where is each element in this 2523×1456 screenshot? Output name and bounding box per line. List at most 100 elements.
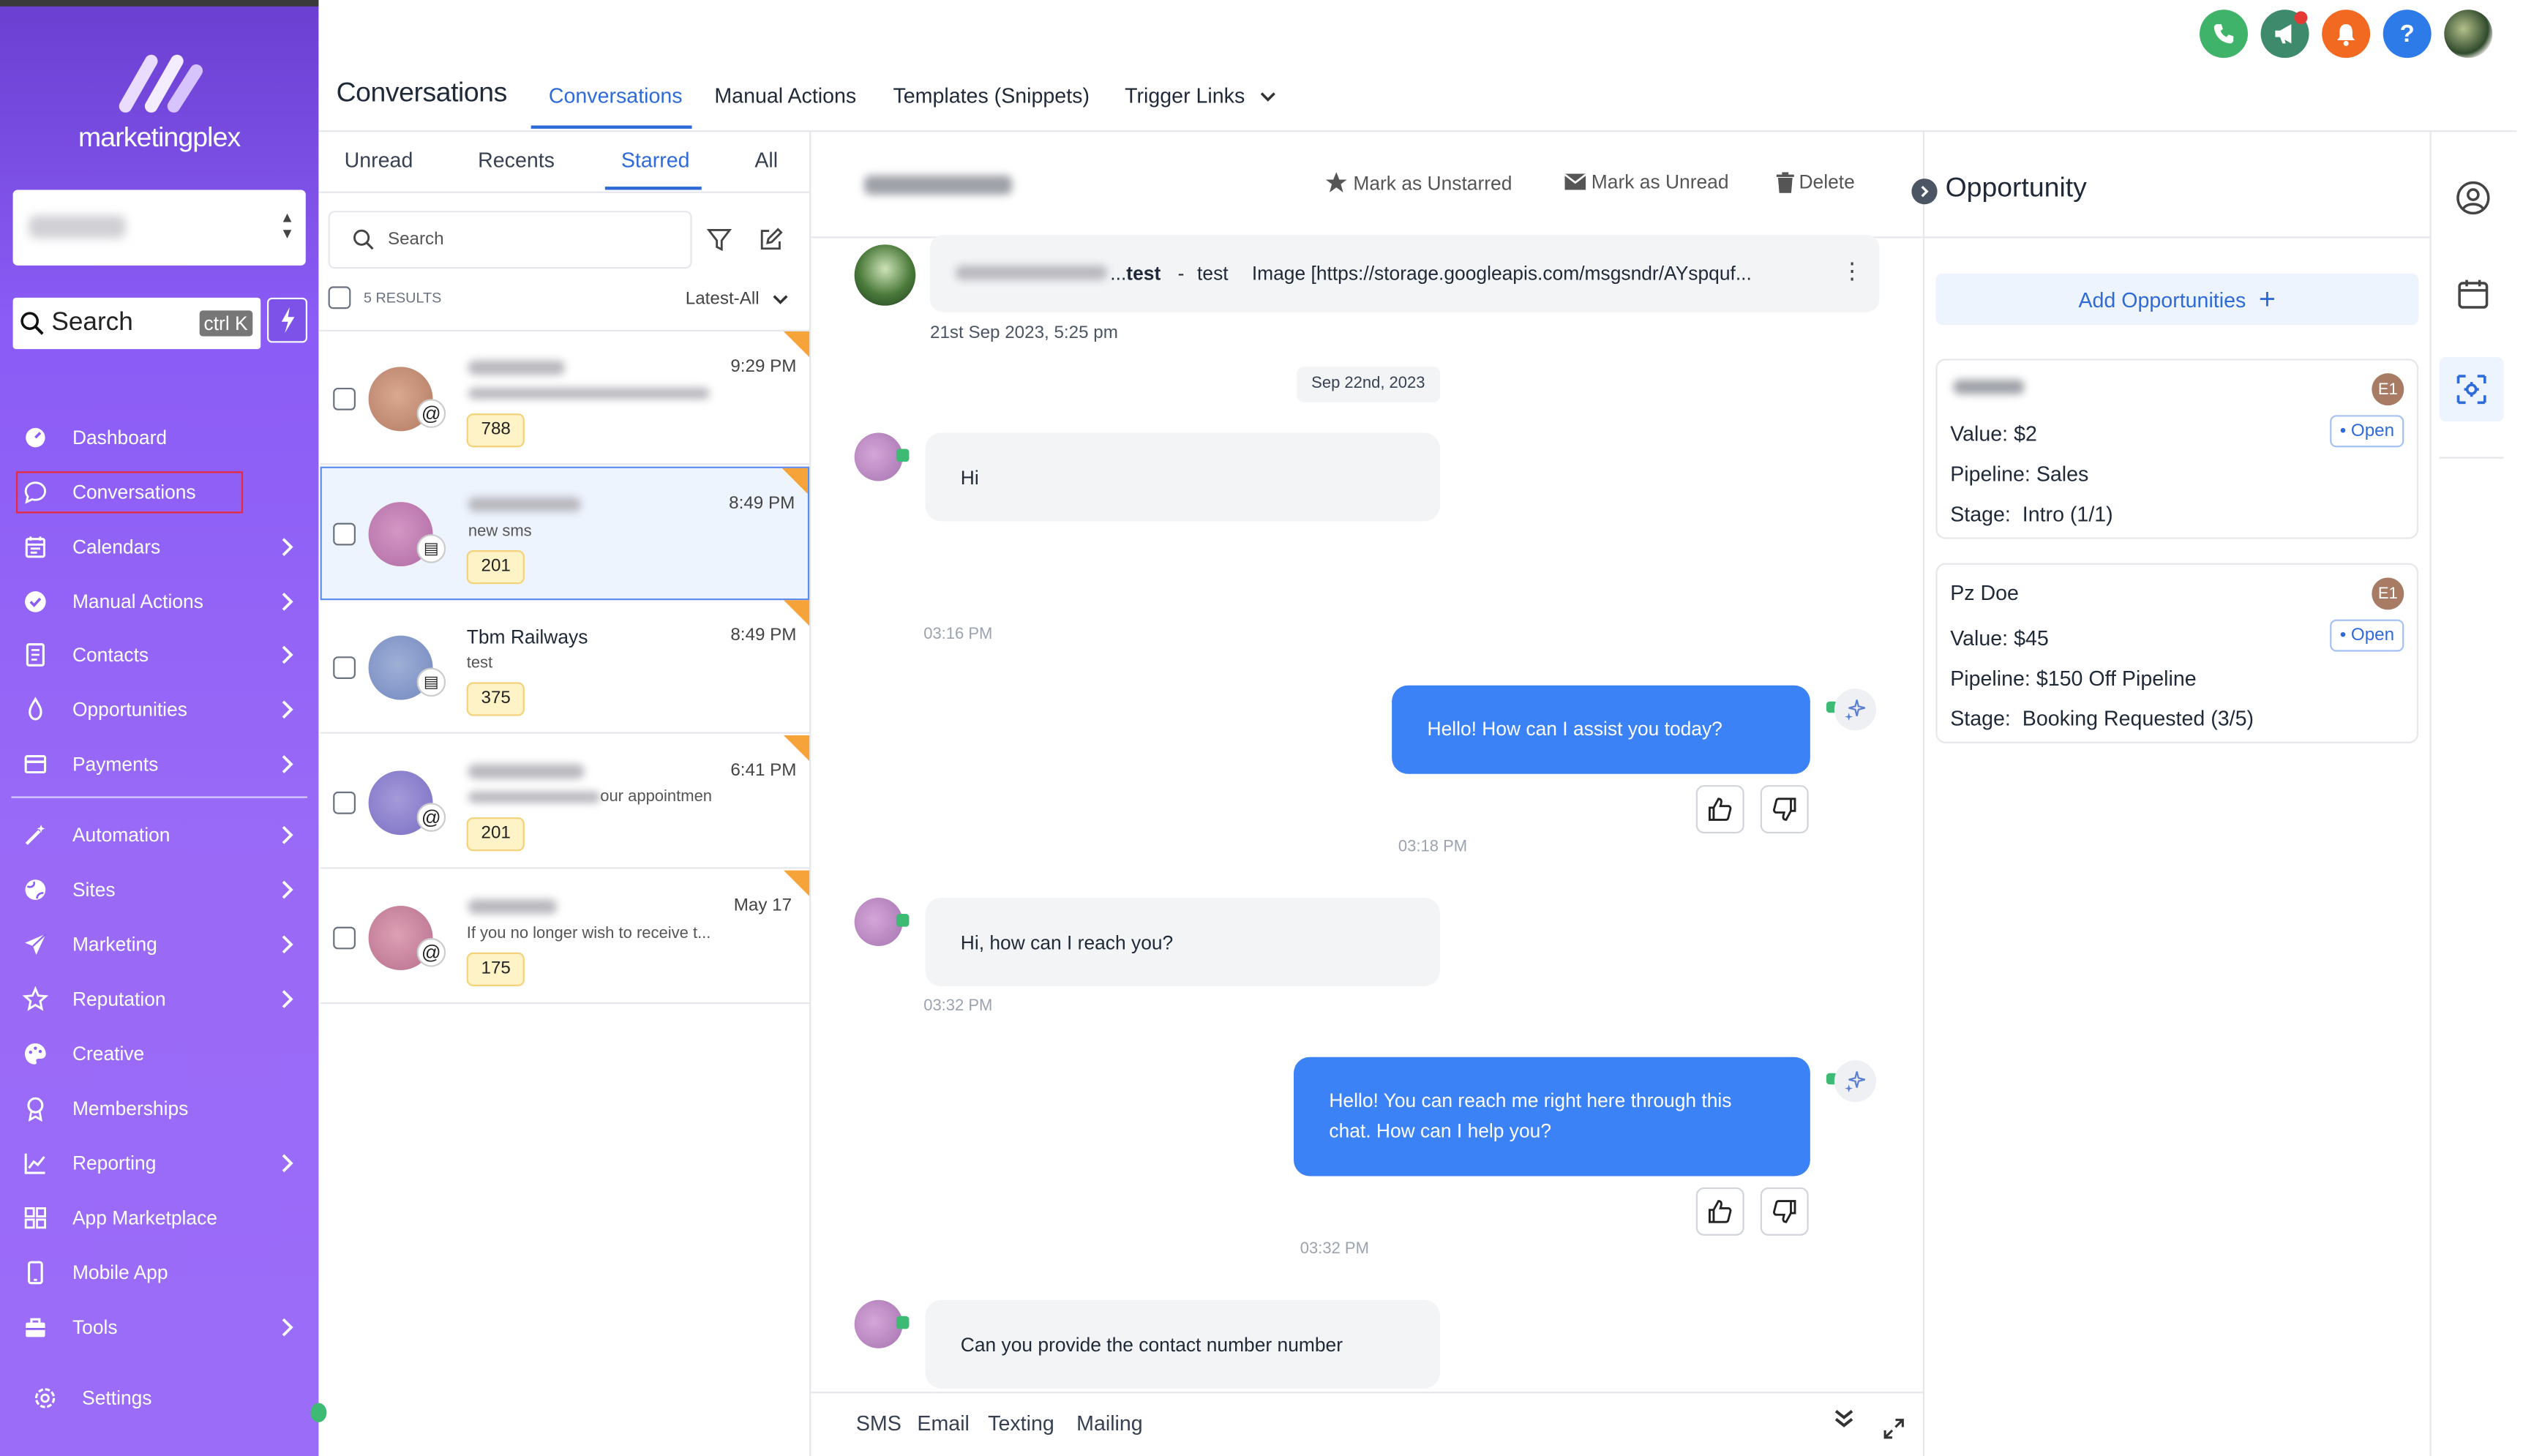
user-avatar[interactable] <box>2444 10 2493 59</box>
sidebar-search[interactable]: Search ctrl K <box>12 297 261 350</box>
tab-manual-actions[interactable]: Manual Actions <box>714 83 856 108</box>
sidebar-item-dashboard[interactable]: Dashboard <box>23 419 306 457</box>
ai-sparkle-icon[interactable] <box>1834 688 1877 731</box>
tab-trigger-links[interactable]: Trigger Links <box>1125 83 1276 108</box>
conversation-time: 8:49 PM <box>729 494 795 514</box>
collapse-down-icon[interactable] <box>1833 1408 1856 1430</box>
mark-unread-action[interactable]: Mark as Unread <box>1564 170 1729 193</box>
conversation-time: May 17 <box>733 896 792 916</box>
sidebar-item-contacts[interactable]: Contacts <box>23 636 306 675</box>
notification-dot <box>2294 11 2308 24</box>
conversation-time: 8:49 PM <box>730 626 797 645</box>
grid-icon <box>23 1205 48 1231</box>
opportunity-stage: Stage: Intro (1/1) <box>1950 502 2113 526</box>
filter-recents[interactable]: Recents <box>478 148 555 172</box>
phone-button[interactable] <box>2200 10 2249 59</box>
expand-icon[interactable] <box>1883 1417 1905 1440</box>
calendar-icon <box>23 534 48 560</box>
search-icon <box>20 312 44 335</box>
opportunity-card[interactable]: E1 Value: $2 • Open Pipeline: Sales Stag… <box>1935 359 2419 539</box>
sort-dropdown[interactable]: Latest-All <box>686 290 788 309</box>
conversation-item-selected[interactable]: ▤ new sms 8:49 PM 201 <box>320 466 810 601</box>
unstar-action[interactable]: Mark as Unstarred <box>1324 170 1512 195</box>
ai-sparkle-icon[interactable] <box>1834 1060 1877 1103</box>
conversation-checkbox[interactable] <box>333 791 356 814</box>
sidebar-item-memberships[interactable]: Memberships <box>23 1089 306 1128</box>
collapse-panel-icon[interactable] <box>1911 179 1938 205</box>
header-divider <box>318 130 2517 132</box>
chevron-down-icon <box>773 295 788 304</box>
sidebar-item-calendars[interactable]: Calendars <box>23 528 306 566</box>
conversation-search-input[interactable]: Search <box>328 211 692 269</box>
sidebar-item-label: Marketing <box>72 933 157 956</box>
trash-icon <box>1776 171 1794 192</box>
sidebar-item-settings[interactable]: Settings <box>32 1379 315 1418</box>
sms-channel-icon: ▤ <box>416 667 446 697</box>
thumbs-up-button[interactable] <box>1695 785 1744 834</box>
notifications-button[interactable] <box>2322 10 2371 59</box>
conversation-checkbox[interactable] <box>333 656 356 679</box>
active-tab-indicator <box>531 125 692 129</box>
compose-tab-sms[interactable]: SMS <box>856 1411 901 1436</box>
sidebar-item-marketing[interactable]: Marketing <box>23 925 306 964</box>
stage-value: Booking Requested (3/5) <box>2022 706 2254 731</box>
sidebar-item-manual-actions[interactable]: Manual Actions <box>23 582 306 621</box>
thumbs-down-button[interactable] <box>1760 785 1809 834</box>
conversation-item[interactable]: ▤ Tbm Railways test 8:49 PM 375 <box>320 600 810 734</box>
tab-conversations[interactable]: Conversations <box>549 83 683 108</box>
compose-tab-email[interactable]: Email <box>917 1411 970 1436</box>
quick-action-button[interactable] <box>267 297 308 343</box>
opportunity-rail-button[interactable] <box>2439 357 2504 422</box>
sidebar-item-opportunities[interactable]: Opportunities <box>23 690 306 729</box>
compose-tab-mailing[interactable]: Mailing <box>1076 1411 1143 1436</box>
sidebar-item-reporting[interactable]: Reporting <box>23 1144 306 1182</box>
select-all-checkbox[interactable] <box>328 286 351 309</box>
calendar-icon[interactable] <box>2453 275 2492 314</box>
opportunity-network-icon <box>2456 375 2486 405</box>
unread-count-badge: 201 <box>466 817 525 852</box>
delete-action[interactable]: Delete <box>1776 170 1855 193</box>
sidebar-item-mobile-app[interactable]: Mobile App <box>23 1253 306 1292</box>
sidebar-item-conversations[interactable]: Conversations <box>15 471 244 514</box>
compose-tab-texting[interactable]: Texting <box>988 1411 1054 1436</box>
tab-trigger-links-label: Trigger Links <box>1125 83 1245 108</box>
conversation-checkbox[interactable] <box>333 926 356 950</box>
contact-profile-icon[interactable] <box>2453 179 2492 217</box>
location-switcher[interactable]: ▲ ▼ <box>12 189 306 266</box>
brand-logo-icon <box>119 54 203 113</box>
add-opportunity-button[interactable]: Add Opportunities + <box>1935 273 2419 326</box>
email-channel-icon: @ <box>416 803 446 832</box>
filter-unread[interactable]: Unread <box>345 148 413 172</box>
starred-marker <box>783 331 810 358</box>
conversation-checkbox[interactable] <box>333 387 356 410</box>
message-time: 03:32 PM <box>923 997 993 1016</box>
opportunity-card[interactable]: Pz Doe E1 Value: $45 • Open Pipeline: $1… <box>1935 563 2419 743</box>
sidebar-item-label: Automation <box>72 823 170 847</box>
sidebar-item-creative[interactable]: Creative <box>23 1035 306 1073</box>
incoming-message: Hi, how can I reach you? <box>925 898 1441 986</box>
sidebar-item-label: Opportunities <box>72 698 187 721</box>
conversation-item[interactable]: @ 9:29 PM 788 <box>320 331 810 465</box>
conversation-item[interactable]: @ our appointmen 6:41 PM 201 <box>320 735 810 869</box>
sidebar-item-sites[interactable]: Sites <box>23 871 306 909</box>
conversation-item[interactable]: @ If you no longer wish to receive t... … <box>320 870 810 1005</box>
owner-avatar: E1 <box>2372 577 2404 610</box>
sidebar-item-payments[interactable]: Payments <box>23 745 306 784</box>
thumbs-up-button[interactable] <box>1695 1187 1744 1236</box>
conversation-checkbox[interactable] <box>333 522 356 546</box>
opportunity-divider <box>1922 132 1925 1456</box>
compose-icon[interactable] <box>758 227 784 252</box>
help-button[interactable]: ? <box>2383 10 2432 59</box>
filter-starred[interactable]: Starred <box>621 148 690 172</box>
filter-icon[interactable] <box>706 227 732 252</box>
more-options-icon[interactable]: ⋮ <box>1841 258 1864 285</box>
email-preview-card[interactable]: ... test - test Image [https://storage.g… <box>930 235 1880 312</box>
filter-all[interactable]: All <box>754 148 778 172</box>
sidebar-item-automation[interactable]: Automation <box>23 816 306 855</box>
announcements-button[interactable] <box>2260 10 2309 59</box>
sidebar-item-app-marketplace[interactable]: App Marketplace <box>23 1198 306 1237</box>
sidebar-item-tools[interactable]: Tools <box>23 1308 306 1347</box>
tab-templates[interactable]: Templates (Snippets) <box>893 83 1090 108</box>
thumbs-down-button[interactable] <box>1760 1187 1809 1236</box>
sidebar-item-reputation[interactable]: Reputation <box>22 980 306 1018</box>
